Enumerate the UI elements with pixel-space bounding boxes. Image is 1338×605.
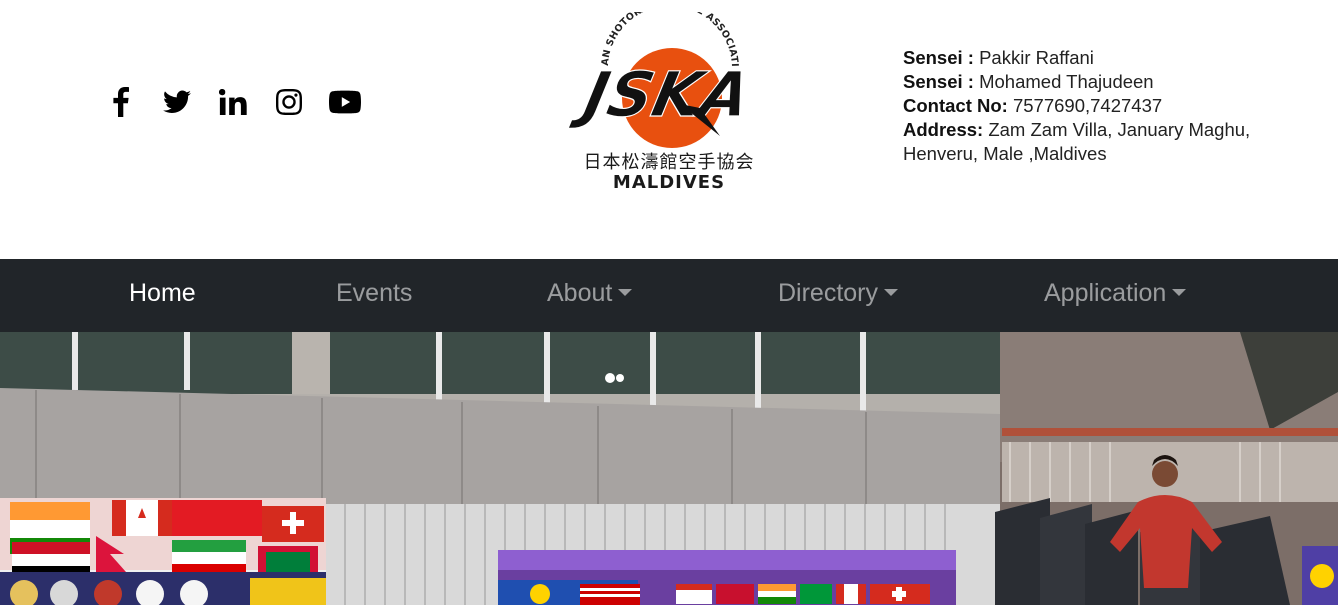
facebook-link[interactable]	[105, 86, 137, 118]
jska-logo[interactable]: JAPAN SHOTOKAN KARATE ASSOCIATION JSKA 日…	[556, 0, 770, 202]
social-links	[105, 86, 385, 118]
nav-application-label: Application	[1044, 279, 1167, 307]
contact-number-line: Contact No: 7577690,7427437	[903, 94, 1323, 118]
facebook-icon	[113, 87, 129, 117]
hero-photo	[0, 332, 1338, 605]
caret-down-icon	[884, 289, 899, 296]
nav-directory-label: Directory	[778, 279, 879, 307]
hero-photo-illustration	[0, 332, 1338, 605]
address-line: Address: Zam Zam Villa, January Maghu, H…	[903, 118, 1323, 166]
nav-application-dropdown[interactable]: Application	[1044, 279, 1187, 308]
logo-letters: JSKA	[567, 59, 757, 131]
logo-country: MALDIVES	[612, 172, 726, 193]
twitter-link[interactable]	[161, 86, 193, 118]
jska-emblem: JAPAN SHOTOKAN KARATE ASSOCIATION JSKA	[556, 0, 758, 148]
youtube-icon	[329, 90, 361, 114]
nav-events[interactable]: Events	[336, 279, 412, 308]
site-header: JAPAN SHOTOKAN KARATE ASSOCIATION JSKA 日…	[0, 0, 1338, 259]
address-label: Address:	[903, 119, 984, 140]
instagram-icon	[276, 89, 302, 115]
sensei-line-2: Sensei : Mohamed Thajudeen	[903, 70, 1323, 94]
contact-info: Sensei : Pakkir Raffani Sensei : Mohamed…	[903, 46, 1323, 166]
contact-number-value: 7577690,7427437	[1007, 95, 1163, 116]
sensei-name: Mohamed Thajudeen	[973, 71, 1154, 92]
nav-about-dropdown[interactable]: About	[547, 279, 633, 308]
main-navbar: Home Events About Directory Application	[0, 259, 1338, 332]
sensei-label: Sensei :	[903, 47, 974, 68]
twitter-icon	[163, 90, 191, 113]
youtube-link[interactable]	[329, 86, 361, 118]
logo-kanji: 日本松濤館空手協会	[583, 152, 755, 173]
linkedin-link[interactable]	[217, 86, 249, 118]
linkedin-icon	[219, 89, 247, 115]
sensei-line-1: Sensei : Pakkir Raffani	[903, 46, 1323, 70]
nav-home[interactable]: Home	[129, 279, 196, 308]
nav-home-label: Home	[129, 279, 196, 307]
nav-directory-dropdown[interactable]: Directory	[778, 279, 899, 308]
caret-down-icon	[1172, 289, 1187, 296]
caret-down-icon	[618, 289, 633, 296]
sensei-label: Sensei :	[903, 71, 974, 92]
instagram-link[interactable]	[273, 86, 305, 118]
sensei-name: Pakkir Raffani	[973, 47, 1094, 68]
nav-about-label: About	[547, 279, 613, 307]
nav-events-label: Events	[336, 279, 413, 307]
contact-number-label: Contact No:	[903, 95, 1008, 116]
